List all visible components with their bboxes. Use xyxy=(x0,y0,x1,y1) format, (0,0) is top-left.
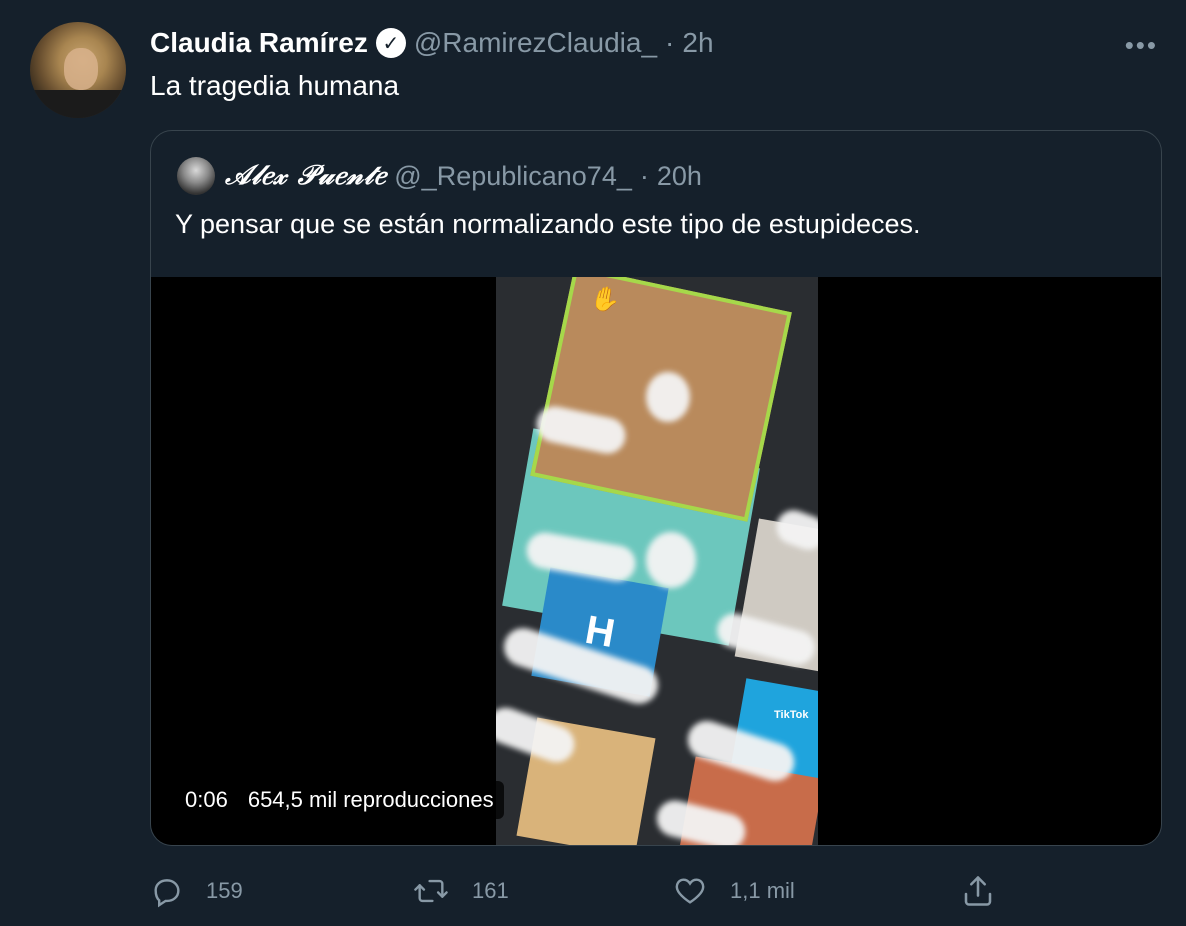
tweet-timestamp[interactable]: 2h xyxy=(682,27,713,59)
quoted-tweet-timestamp[interactable]: 20h xyxy=(657,161,702,192)
reply-icon xyxy=(150,874,184,908)
tweet-text: La tragedia humana xyxy=(150,70,400,101)
reply-count: 159 xyxy=(206,878,243,903)
share-icon xyxy=(960,873,996,909)
quoted-tweet-text: Y pensar que se están normalizando este … xyxy=(175,209,921,239)
author-avatar[interactable] xyxy=(30,22,126,118)
header-separator: · xyxy=(665,27,675,58)
share-button[interactable] xyxy=(960,868,996,914)
tiktok-watermark: TikTok xyxy=(774,709,809,721)
tweet-header: Claudia Ramírez ✓ @RamirezClaudia_ · 2h xyxy=(150,26,714,60)
avatar-shirt xyxy=(30,90,126,118)
retweet-icon xyxy=(412,874,450,908)
author-name[interactable]: Claudia Ramírez xyxy=(150,27,368,59)
heart-icon xyxy=(672,874,708,908)
quoted-author-avatar[interactable] xyxy=(177,157,215,195)
quoted-tweet[interactable]: 𝒜𝓁𝑒𝓍 𝒫𝓊𝑒𝓃𝓉𝑒 @_Republicano74_ · 20h Y pen… xyxy=(150,130,1162,846)
video-frame: ✋ H TikTok xyxy=(496,277,818,845)
like-button[interactable]: 1,1 mil xyxy=(672,868,795,914)
tweet-actions: 159 161 1,1 mil xyxy=(150,868,1010,914)
quoted-author-handle[interactable]: @_Republicano74_ xyxy=(394,161,632,192)
censor-blur xyxy=(646,372,690,422)
author-handle[interactable]: @RamirezClaudia_ xyxy=(414,27,657,59)
tweet: Claudia Ramírez ✓ @RamirezClaudia_ · 2h … xyxy=(0,0,1186,926)
retweet-button[interactable]: 161 xyxy=(412,868,509,914)
video-duration: 0:06 xyxy=(185,787,228,812)
video-info-badge: 0:06 654,5 mil reproducciones xyxy=(175,781,504,819)
verified-badge-icon: ✓ xyxy=(375,28,406,58)
censor-blur xyxy=(646,532,696,588)
like-count: 1,1 mil xyxy=(730,878,795,903)
raised-hand-icon: ✋ xyxy=(587,283,623,317)
avatar-face xyxy=(64,48,98,90)
quoted-author-name[interactable]: 𝒜𝓁𝑒𝓍 𝒫𝓊𝑒𝓃𝓉𝑒 xyxy=(225,160,386,192)
video-view-count: 654,5 mil reproducciones xyxy=(247,787,494,812)
quoted-header-separator: · xyxy=(639,160,649,191)
video-player[interactable]: ✋ H TikTok 0:06 654,5 mil reproducciones xyxy=(151,277,1161,845)
more-options-icon[interactable]: ••• xyxy=(1125,30,1158,61)
reply-button[interactable]: 159 xyxy=(150,868,243,914)
quoted-tweet-header: 𝒜𝓁𝑒𝓍 𝒫𝓊𝑒𝓃𝓉𝑒 @_Republicano74_ · 20h xyxy=(225,159,702,193)
retweet-count: 161 xyxy=(472,878,509,903)
